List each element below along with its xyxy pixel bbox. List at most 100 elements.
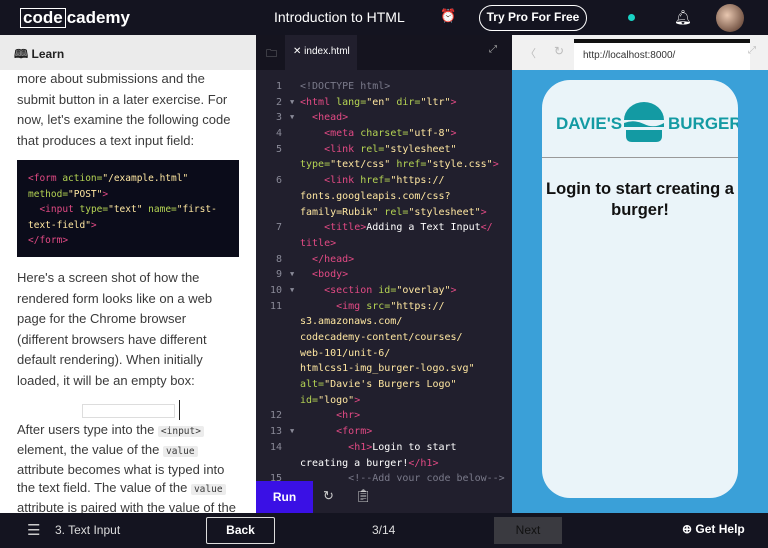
paragraph-1: more about submissions and the submit bu… bbox=[17, 69, 242, 151]
code-token: charset= bbox=[360, 128, 409, 140]
try-pro-button[interactable]: Try Pro For Free bbox=[479, 5, 587, 31]
url-bar[interactable]: http://localhost:8000/ bbox=[574, 39, 750, 70]
learn-tab[interactable]: 🕮 Learn bbox=[0, 35, 256, 70]
browser-toolbar: 〈 ↻ http://localhost:8000/ ⤢ bbox=[512, 35, 768, 70]
code-text: <link rel="stylesheet" bbox=[300, 142, 456, 158]
text-line: that produces a text input field: bbox=[17, 132, 195, 148]
alarm-clock-icon[interactable]: ⏰ bbox=[440, 8, 456, 24]
code-line: htmlcss1-img_burger-logo.svg" bbox=[256, 361, 512, 377]
code-line: text-field"> bbox=[28, 218, 228, 234]
code-text: <!DOCTYPE html> bbox=[300, 79, 390, 95]
code-token: <h1> bbox=[348, 441, 373, 453]
code-token: </ bbox=[480, 222, 493, 234]
line-number: 8 bbox=[275, 253, 282, 265]
code-line: <input type="text" name="first- bbox=[28, 202, 228, 218]
code-line: web-101/unit-6/ bbox=[256, 346, 512, 362]
text-line: loaded, it will be an empty box: bbox=[17, 372, 195, 388]
lesson-name[interactable]: 3. Text Input bbox=[55, 523, 120, 537]
text-line: submit button in a later exercise. For bbox=[17, 91, 228, 107]
back-arrow-icon[interactable]: 〈 bbox=[525, 45, 536, 61]
code-token: <head> bbox=[312, 112, 349, 124]
fold-arrow-icon[interactable]: ▼ bbox=[290, 95, 294, 111]
logo-text-boxed: code bbox=[20, 8, 66, 28]
line-number: 10 bbox=[269, 284, 282, 296]
code-line: 6 <link href="https:// bbox=[256, 173, 512, 189]
code-text: <meta charset="utf-8"> bbox=[300, 126, 457, 142]
code-text: <!--Add your code below--> bbox=[300, 471, 505, 481]
code-token: href= bbox=[396, 159, 427, 171]
code-content[interactable]: 1 <!DOCTYPE html> 2 ▼ <html lang="en" dir="l… bbox=[256, 79, 512, 481]
code-token: <title> bbox=[324, 222, 367, 234]
code-text: type="text/css" href="style.css"> bbox=[300, 157, 499, 173]
inline-code: <input> bbox=[157, 426, 204, 437]
code-token: Login to start bbox=[372, 441, 457, 453]
code-token: "/example.html" bbox=[102, 173, 189, 184]
code-text: <head> bbox=[300, 110, 348, 126]
reset-icon[interactable]: ↻ bbox=[323, 488, 334, 504]
code-token: > bbox=[450, 284, 457, 296]
code-line: 4 <meta charset="utf-8"> bbox=[256, 126, 512, 142]
line-number: 3 bbox=[275, 112, 282, 124]
code-token: </head> bbox=[312, 253, 355, 265]
fold-arrow-icon[interactable]: ▼ bbox=[290, 424, 294, 440]
bell-icon[interactable]: 🔔︎ bbox=[674, 9, 692, 26]
burger-logo-icon bbox=[622, 100, 666, 144]
tab-index-html[interactable]: ✕ index.html bbox=[285, 35, 357, 70]
get-help-button[interactable]: ⊕ Get Help bbox=[682, 522, 745, 536]
code-token: <link bbox=[324, 143, 361, 155]
avatar[interactable] bbox=[716, 4, 744, 32]
code-token: "style.css" bbox=[426, 159, 493, 171]
text-line: Here's a screen shot of how the bbox=[17, 270, 200, 285]
menu-icon[interactable]: ☰ bbox=[27, 521, 40, 539]
fold-arrow-icon[interactable]: ▼ bbox=[290, 283, 294, 299]
brand-left: DAVIE'S bbox=[556, 114, 623, 133]
bottom-bar: ☰ 3. Text Input Back 3/14 Next ⊕ Get Hel… bbox=[0, 513, 768, 548]
text: attribute is paired with the value of th… bbox=[17, 500, 236, 513]
fold-arrow-icon[interactable]: ▼ bbox=[290, 110, 294, 126]
close-icon[interactable]: ✕ bbox=[293, 46, 304, 57]
code-line: method="POST"> bbox=[28, 187, 228, 203]
code-token: creating a burger! bbox=[300, 457, 409, 469]
code-token: "utf-8" bbox=[408, 128, 451, 140]
code-text: </head> bbox=[300, 252, 354, 268]
code-token: "text/css" bbox=[330, 159, 397, 171]
code-text: <h1>Login to start bbox=[300, 440, 457, 456]
code-token: > bbox=[450, 128, 457, 140]
text-line: (different browsers have different bbox=[17, 331, 207, 347]
codecademy-logo[interactable]: code cademy bbox=[20, 8, 130, 28]
course-title: Introduction to HTML bbox=[274, 9, 405, 25]
expand-icon[interactable]: ⤢ bbox=[748, 45, 756, 56]
code-token: type= bbox=[300, 159, 331, 171]
code-editor: 🗀 ✕ index.html ⤢ 1 <!DOCTYPE html> 2 ▼ <html… bbox=[256, 35, 512, 513]
code-token: </h1> bbox=[408, 457, 439, 469]
folder-icon[interactable]: 🗀 bbox=[266, 45, 277, 64]
next-button[interactable]: Next bbox=[494, 517, 562, 544]
text: attribute becomes what is typed into bbox=[17, 462, 225, 477]
code-text: <html lang="en" dir="ltr"> bbox=[300, 95, 457, 111]
code-token: "https:// bbox=[390, 300, 445, 312]
clipboard-icon[interactable]: 📋︎ bbox=[355, 488, 372, 504]
code-token: htmlcss1-img_burger-logo.svg" bbox=[300, 363, 475, 375]
back-button[interactable]: Back bbox=[206, 517, 275, 544]
code-token: rel= bbox=[360, 143, 385, 155]
code-token: title> bbox=[300, 237, 337, 249]
expand-icon[interactable]: ⤢ bbox=[489, 44, 497, 55]
code-text: <img src="https:// bbox=[300, 299, 445, 315]
editor-tab-bar: 🗀 ✕ index.html ⤢ bbox=[256, 35, 512, 70]
paragraph-3: After users type into the <input> elemen… bbox=[17, 421, 242, 513]
fold-arrow-icon[interactable]: ▼ bbox=[290, 267, 294, 283]
code-token: codecademy-content/courses/ bbox=[300, 332, 463, 343]
code-line: 9 ▼ <body> bbox=[256, 267, 512, 283]
refresh-icon[interactable]: ↻ bbox=[554, 44, 564, 58]
code-token: "text" bbox=[108, 204, 149, 215]
code-line: codecademy-content/courses/ bbox=[256, 330, 512, 346]
text: element, the value of the bbox=[17, 442, 163, 457]
run-button[interactable]: Run bbox=[256, 481, 313, 513]
